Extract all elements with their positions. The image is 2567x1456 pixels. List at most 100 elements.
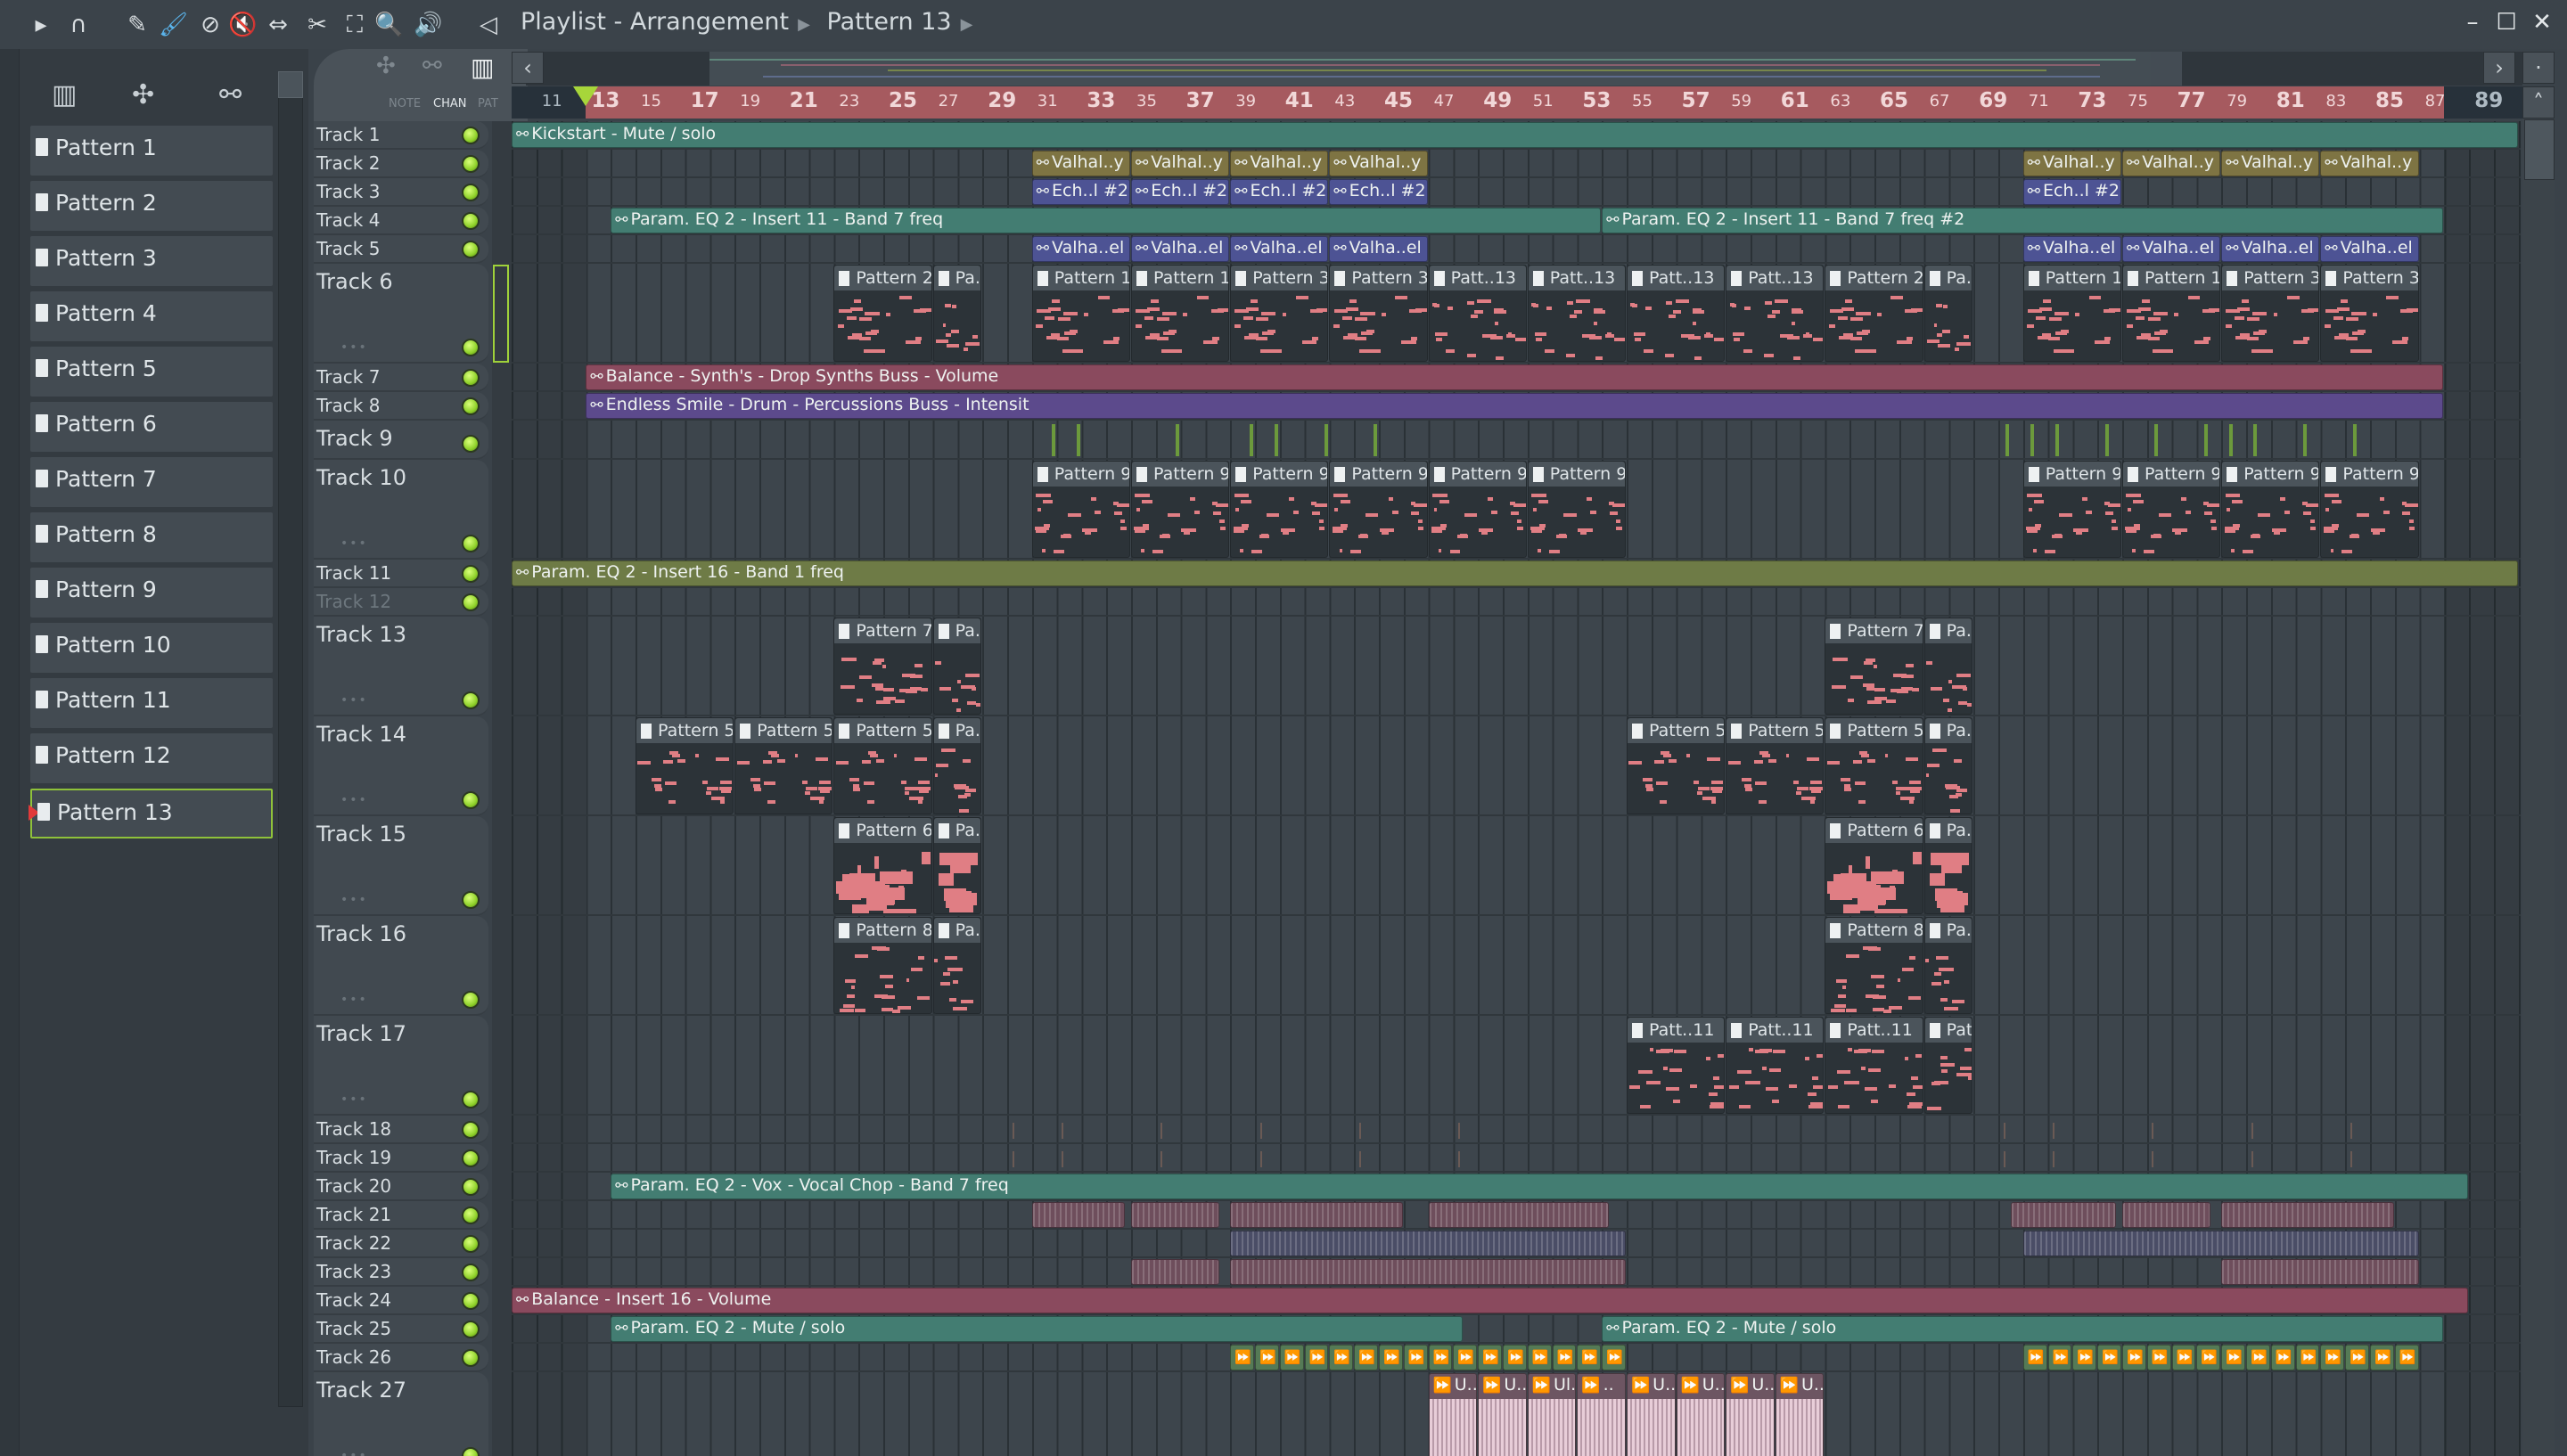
pattern-clip[interactable]: Pa..8 <box>1923 917 1973 1014</box>
track-header[interactable]: Track 23 <box>314 1258 488 1287</box>
automation-clip[interactable]: ⚯ Param. EQ 2 - Mute / solo <box>611 1316 1463 1342</box>
pattern-clip-header[interactable]: Pattern 9 <box>2321 462 2418 487</box>
automation-clip[interactable]: ⚯ Param. EQ 2 - Vox - Vocal Chop - Band 7… <box>611 1174 2469 1199</box>
automation-clip[interactable]: ⚯ Valha..el <box>1230 236 1329 262</box>
audio-slice-clip[interactable]: ⏩ <box>2171 1345 2196 1370</box>
one-shot-marker[interactable] <box>2154 424 2159 456</box>
automation-clip[interactable]: ⚯ Ech..l #2 <box>1131 179 1230 205</box>
track-header[interactable]: Track 22 <box>314 1230 488 1258</box>
pattern-list-item[interactable]: Pattern 1 <box>30 126 273 176</box>
one-shot-marker[interactable] <box>2253 424 2258 456</box>
automation-clip[interactable]: ⚯ Valhal..y <box>1131 151 1230 176</box>
tick-marker[interactable] <box>2152 1123 2154 1139</box>
audio-clip[interactable] <box>1131 1259 1220 1285</box>
track-enable-led[interactable] <box>462 565 480 583</box>
pattern-clip-header[interactable]: Pattern 5 <box>1726 718 1824 743</box>
pattern-list-item[interactable]: Pattern 7 <box>30 457 273 507</box>
automation-clip[interactable]: ⚯ Param. EQ 2 - Insert 11 - Band 7 freq #… <box>1602 208 2444 233</box>
pattern-clip-header[interactable]: Pattern 9 <box>1231 462 1328 487</box>
audio-wave-icon[interactable]: ✣ <box>132 79 154 110</box>
pattern-clip[interactable]: Pa..2 <box>932 265 982 362</box>
track-enable-led[interactable] <box>462 1207 480 1224</box>
pattern-clip[interactable]: Pattern 9 <box>2320 461 2419 558</box>
pattern-clip-header[interactable]: Patt..13 <box>1726 266 1824 290</box>
automation-icon[interactable]: ⚯ <box>422 53 442 79</box>
track-grip-icon[interactable]: ••• <box>340 693 368 708</box>
breadcrumb-arrow-icon[interactable]: ▶ <box>961 15 973 34</box>
pattern-clip-header[interactable]: Patt..11 <box>1726 1018 1824 1043</box>
audio-slice-clip[interactable]: ⏩ <box>1428 1345 1453 1370</box>
pattern-clip[interactable]: Pa..5 <box>1923 717 1973 814</box>
track-enable-led[interactable] <box>462 339 480 356</box>
one-shot-marker[interactable] <box>2005 424 2010 456</box>
audio-slice-clip[interactable]: ⏩ <box>2072 1345 2097 1370</box>
automation-clip[interactable]: ⚯ Param. EQ 2 - Insert 11 - Band 7 freq <box>611 208 1602 233</box>
pattern-clip-header[interactable]: Pa..2 <box>933 266 980 290</box>
play-arrow-icon[interactable]: ▸ <box>27 11 55 39</box>
automation-clip[interactable]: ⚯ Valhal..y <box>2022 151 2121 176</box>
track-enable-led[interactable] <box>462 241 480 258</box>
automation-clip[interactable]: ⚯ Valha..el <box>1131 236 1230 262</box>
pattern-clip-header[interactable]: Patt..13 <box>1528 266 1625 290</box>
pattern-clip[interactable]: Pattern 1 <box>1031 265 1130 362</box>
track-header[interactable]: Track 17 ••• <box>314 1016 488 1116</box>
pattern-list-item[interactable]: Pattern 5 <box>30 347 273 397</box>
automation-clip[interactable]: ⚯ Param. EQ 2 - Mute / solo <box>1602 1316 2444 1342</box>
audio-clip[interactable] <box>2022 1231 2419 1256</box>
slice-icon[interactable]: ✂ <box>303 11 332 39</box>
maximize-button[interactable]: ☐ <box>2490 9 2522 36</box>
audio-slice-clip[interactable]: ⏩ <box>2146 1345 2171 1370</box>
pattern-clip[interactable]: Pattern 2 <box>1825 265 1923 362</box>
pattern-clip[interactable]: Pattern 9 <box>1230 461 1329 558</box>
pattern-list-item[interactable]: Pattern 12 <box>30 733 273 783</box>
pattern-clip[interactable]: Pattern 5 <box>1627 717 1726 814</box>
pattern-clip[interactable]: Pattern 5 <box>734 717 833 814</box>
track-enable-led[interactable] <box>462 1292 480 1310</box>
automation-clip[interactable]: ⚯ Valha..el <box>2221 236 2320 262</box>
one-shot-marker[interactable] <box>2104 424 2109 456</box>
track-enable-led[interactable] <box>462 1149 480 1167</box>
tick-marker[interactable] <box>1457 1123 1460 1139</box>
close-button[interactable]: ✕ <box>2526 9 2558 36</box>
audio-clip[interactable] <box>2010 1202 2117 1228</box>
automation-clip[interactable]: ⚯ Valhal..y <box>1031 151 1130 176</box>
pattern-clip-header[interactable]: Pa..5 <box>933 718 980 743</box>
tick-marker[interactable] <box>2251 1123 2253 1139</box>
pattern-clip-header[interactable]: Pattern 3 <box>2222 266 2319 290</box>
pattern-clip-header[interactable]: Pa..7 <box>933 618 980 643</box>
pattern-clip-header[interactable]: Pattern 3 <box>1330 266 1427 290</box>
vertical-scroll-thumb[interactable] <box>2524 119 2555 180</box>
track-header[interactable]: Track 20 <box>314 1173 488 1201</box>
automation-clip[interactable]: ⚯ Balance - Synth's - Drop Synths Buss - … <box>586 364 2444 390</box>
pattern-clip-header[interactable]: Pattern 6 <box>1825 818 1923 843</box>
pattern-clip[interactable]: Pattern 9 <box>2221 461 2320 558</box>
track-enable-led[interactable] <box>462 1178 480 1196</box>
audio-clip[interactable] <box>2122 1202 2211 1228</box>
pattern-clip-header[interactable]: Pattern 5 <box>1628 718 1725 743</box>
audio-slice-clip[interactable]: ⏩ <box>1552 1345 1577 1370</box>
pattern-clip[interactable]: Pa..8 <box>932 917 982 1014</box>
pattern-clip-header[interactable]: Pa..6 <box>933 818 980 843</box>
audio-clip[interactable] <box>1428 1202 1609 1228</box>
pattern-clip[interactable]: Patt..11 <box>1825 1017 1923 1114</box>
track-enable-led[interactable] <box>462 369 480 387</box>
track-enable-led[interactable] <box>462 1447 480 1456</box>
audio-slice-clip[interactable]: ⏩ <box>1453 1345 1478 1370</box>
pattern-list-item[interactable]: Pattern 3 <box>30 236 273 286</box>
pattern-clip[interactable]: Patt..11 <box>1627 1017 1726 1114</box>
audio-slice-clip[interactable]: ⏩ <box>1602 1345 1626 1370</box>
pattern-clip-header[interactable]: Pattern 9 <box>1132 462 1229 487</box>
one-shot-marker[interactable] <box>2228 424 2233 456</box>
track-enable-led[interactable] <box>462 691 480 709</box>
audio-slice-clip[interactable]: ⏩ <box>2221 1345 2245 1370</box>
track-enable-led[interactable] <box>462 1321 480 1338</box>
tick-marker[interactable] <box>1012 1123 1014 1139</box>
pattern-clip-header[interactable]: Pattern 1 <box>2123 266 2220 290</box>
audio-clip[interactable]: ⏩.. <box>1577 1373 1626 1456</box>
tick-marker[interactable] <box>2053 1151 2055 1167</box>
tick-marker[interactable] <box>1012 1151 1014 1167</box>
audio-slice-clip[interactable]: ⏩ <box>1478 1345 1502 1370</box>
pattern-clip[interactable]: Patt..13 <box>1627 265 1726 362</box>
one-shot-marker[interactable] <box>1052 424 1056 456</box>
audio-clip[interactable] <box>1031 1202 1126 1228</box>
